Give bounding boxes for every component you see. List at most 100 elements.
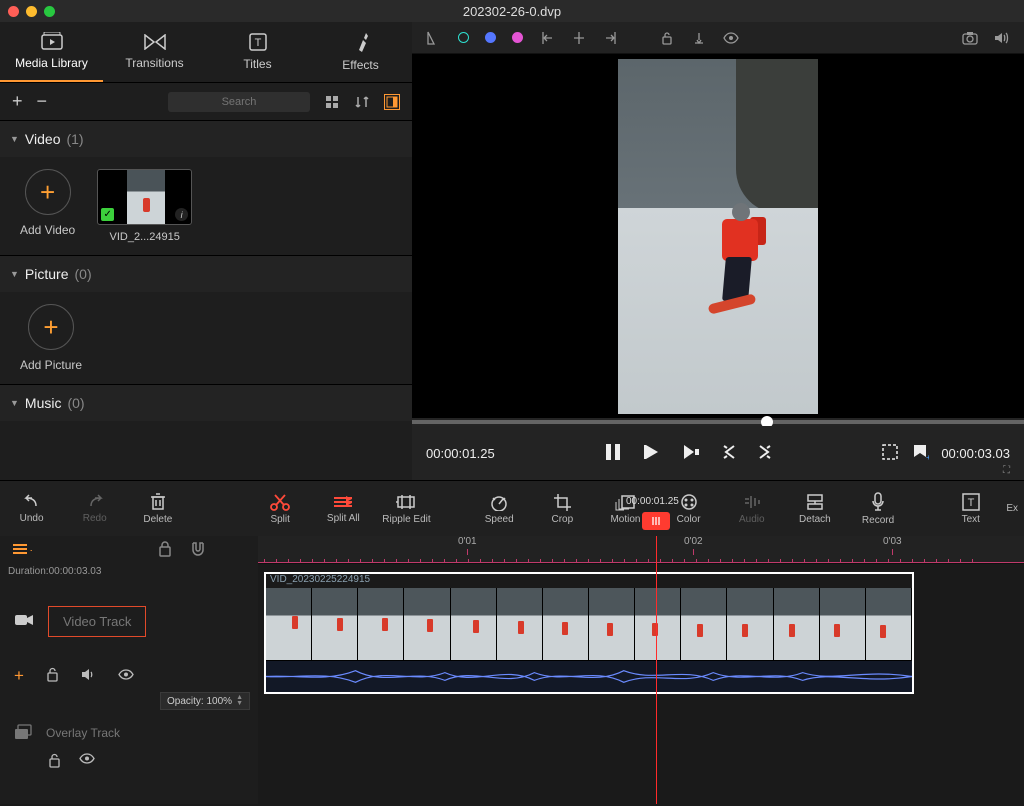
volume-icon[interactable] [994,30,1010,46]
video-section-header[interactable]: ▼ Video (1) [0,120,412,157]
svg-text:+: + [926,453,929,461]
clip-info-icon[interactable]: i [175,208,188,221]
add-media-button[interactable]: + [12,91,23,112]
transform-icon[interactable] [426,30,442,46]
maximize-window-button[interactable] [44,6,55,17]
clip-title: VID_20230225224915 [266,574,912,588]
svg-text:T: T [967,497,974,509]
panel-toggle-icon[interactable] [384,94,400,110]
grid-view-icon[interactable] [324,94,340,110]
next-frame-button[interactable] [758,444,772,463]
search-input[interactable] [168,92,310,112]
overlay-visibility-icon[interactable] [79,753,95,771]
video-track-name[interactable]: Video Track [48,606,146,637]
preview-frame [618,59,818,414]
snapshot-icon[interactable] [962,30,978,46]
tab-titles[interactable]: T Titles [206,22,309,82]
pause-button[interactable] [604,442,622,465]
add-subtrack-button[interactable]: + [14,666,24,686]
window-title: 202302-26-0.dvp [463,4,561,19]
audio-waveform [266,660,912,692]
export-button[interactable]: Ex [1002,481,1024,536]
redo-button[interactable]: Redo [63,481,126,536]
svg-text:T: T [254,37,261,49]
undo-button[interactable]: Undo [0,481,63,536]
track-visibility-icon[interactable] [118,669,134,683]
timeline-toolbar: Undo Redo Delete Split Split All Ripple … [0,480,1024,536]
opacity-stepper[interactable]: ▲▼ [236,695,243,707]
add-video-button[interactable]: + Add Video [20,169,75,237]
magnet-icon[interactable] [190,541,206,560]
chevron-down-icon: ▼ [10,269,19,279]
timeline-tracks[interactable]: 0'01 0'02 0'03 VID_20230225224915 00:00:… [258,536,1024,804]
tab-transitions[interactable]: Transitions [103,22,206,82]
svg-text:+: + [30,545,32,556]
video-track-icon [14,613,34,630]
close-window-button[interactable] [8,6,19,17]
current-time: 00:00:01.25 [426,446,495,461]
speed-button[interactable]: Speed [468,481,531,536]
clip-thumbnail-strip [266,588,912,660]
prev-frame-button[interactable] [722,444,736,463]
tab-effects[interactable]: Effects [309,22,412,82]
title-bar: 202302-26-0.dvp [0,0,1024,22]
clip-thumbnail[interactable]: ✓ i [97,169,192,225]
video-clip-lane[interactable]: VID_20230225224915 [264,572,914,694]
ripple-edit-button[interactable]: Ripple Edit [375,481,438,536]
clip-used-badge: ✓ [101,208,114,221]
marker-add-icon[interactable]: + [911,443,929,464]
snap-left-icon[interactable] [539,30,555,46]
unlock-icon[interactable] [659,30,675,46]
record-button[interactable]: Record [846,481,909,536]
preview-viewport[interactable] [412,54,1024,418]
overlay-track-header[interactable]: Overlay Track [0,713,258,753]
timeline-duration: Duration:00:00:03.03 [0,564,258,579]
lock-tracks-icon[interactable] [158,541,172,560]
playhead-flag[interactable] [642,512,670,530]
minimize-window-button[interactable] [26,6,37,17]
track-unlock-icon[interactable] [46,667,59,685]
track-mute-icon[interactable] [81,668,96,684]
music-section-header[interactable]: ▼ Music (0) [0,384,412,421]
chevron-down-icon: ▼ [10,398,19,408]
total-time: 00:00:03.03 [941,446,1010,461]
audio-button[interactable]: Audio [720,481,783,536]
preview-scrubber[interactable] [412,418,1024,426]
crop-button[interactable]: Crop [531,481,594,536]
tab-media-library[interactable]: Media Library [0,22,103,82]
overlay-track-icon [14,724,32,743]
media-panel: Media Library Transitions T Titles Effec… [0,22,412,480]
add-track-icon[interactable]: + [12,542,32,559]
chevron-down-icon: ▼ [10,134,19,144]
overlay-track-name: Overlay Track [46,726,120,740]
remove-media-button[interactable]: − [37,91,48,112]
timeline-ruler[interactable]: 0'01 0'02 0'03 [258,536,1024,564]
video-clip-item[interactable]: ✓ i VID_2...24915 [97,169,192,243]
play-stop-button[interactable] [682,443,700,464]
detach-button[interactable]: Detach [783,481,846,536]
snap-center-icon[interactable] [571,30,587,46]
add-picture-button[interactable]: + Add Picture [20,304,82,372]
playhead[interactable]: 00:00:01.25 [656,536,657,804]
color-marker-magenta[interactable] [512,32,523,43]
playhead-time: 00:00:01.25 [626,496,679,507]
picture-section-header[interactable]: ▼ Picture (0) [0,255,412,292]
opacity-control[interactable]: Opacity: 100% ▲▼ [160,692,250,710]
delete-button[interactable]: Delete [126,481,189,536]
crop-preview-icon[interactable] [881,443,899,464]
split-all-button[interactable]: Split All [312,481,375,536]
snap-right-icon[interactable] [603,30,619,46]
color-marker-cyan[interactable] [458,32,469,43]
marker-center-icon[interactable] [691,30,707,46]
color-marker-blue[interactable] [485,32,496,43]
track-header-panel: + Duration:00:00:03.03 Video Track + Opa [0,536,258,804]
split-button[interactable]: Split [249,481,312,536]
fullscreen-icon[interactable]: ⛶ [1003,465,1010,476]
text-button[interactable]: T Text [939,481,1002,536]
video-track-header[interactable]: Video Track [0,579,258,663]
preview-panel: 00:00:01.25 + 00:00:03.03 ⛶ [412,22,1024,480]
play-button[interactable] [644,443,660,464]
overlay-unlock-icon[interactable] [48,753,61,771]
sort-icon[interactable] [354,94,370,110]
eye-icon[interactable] [723,30,739,46]
